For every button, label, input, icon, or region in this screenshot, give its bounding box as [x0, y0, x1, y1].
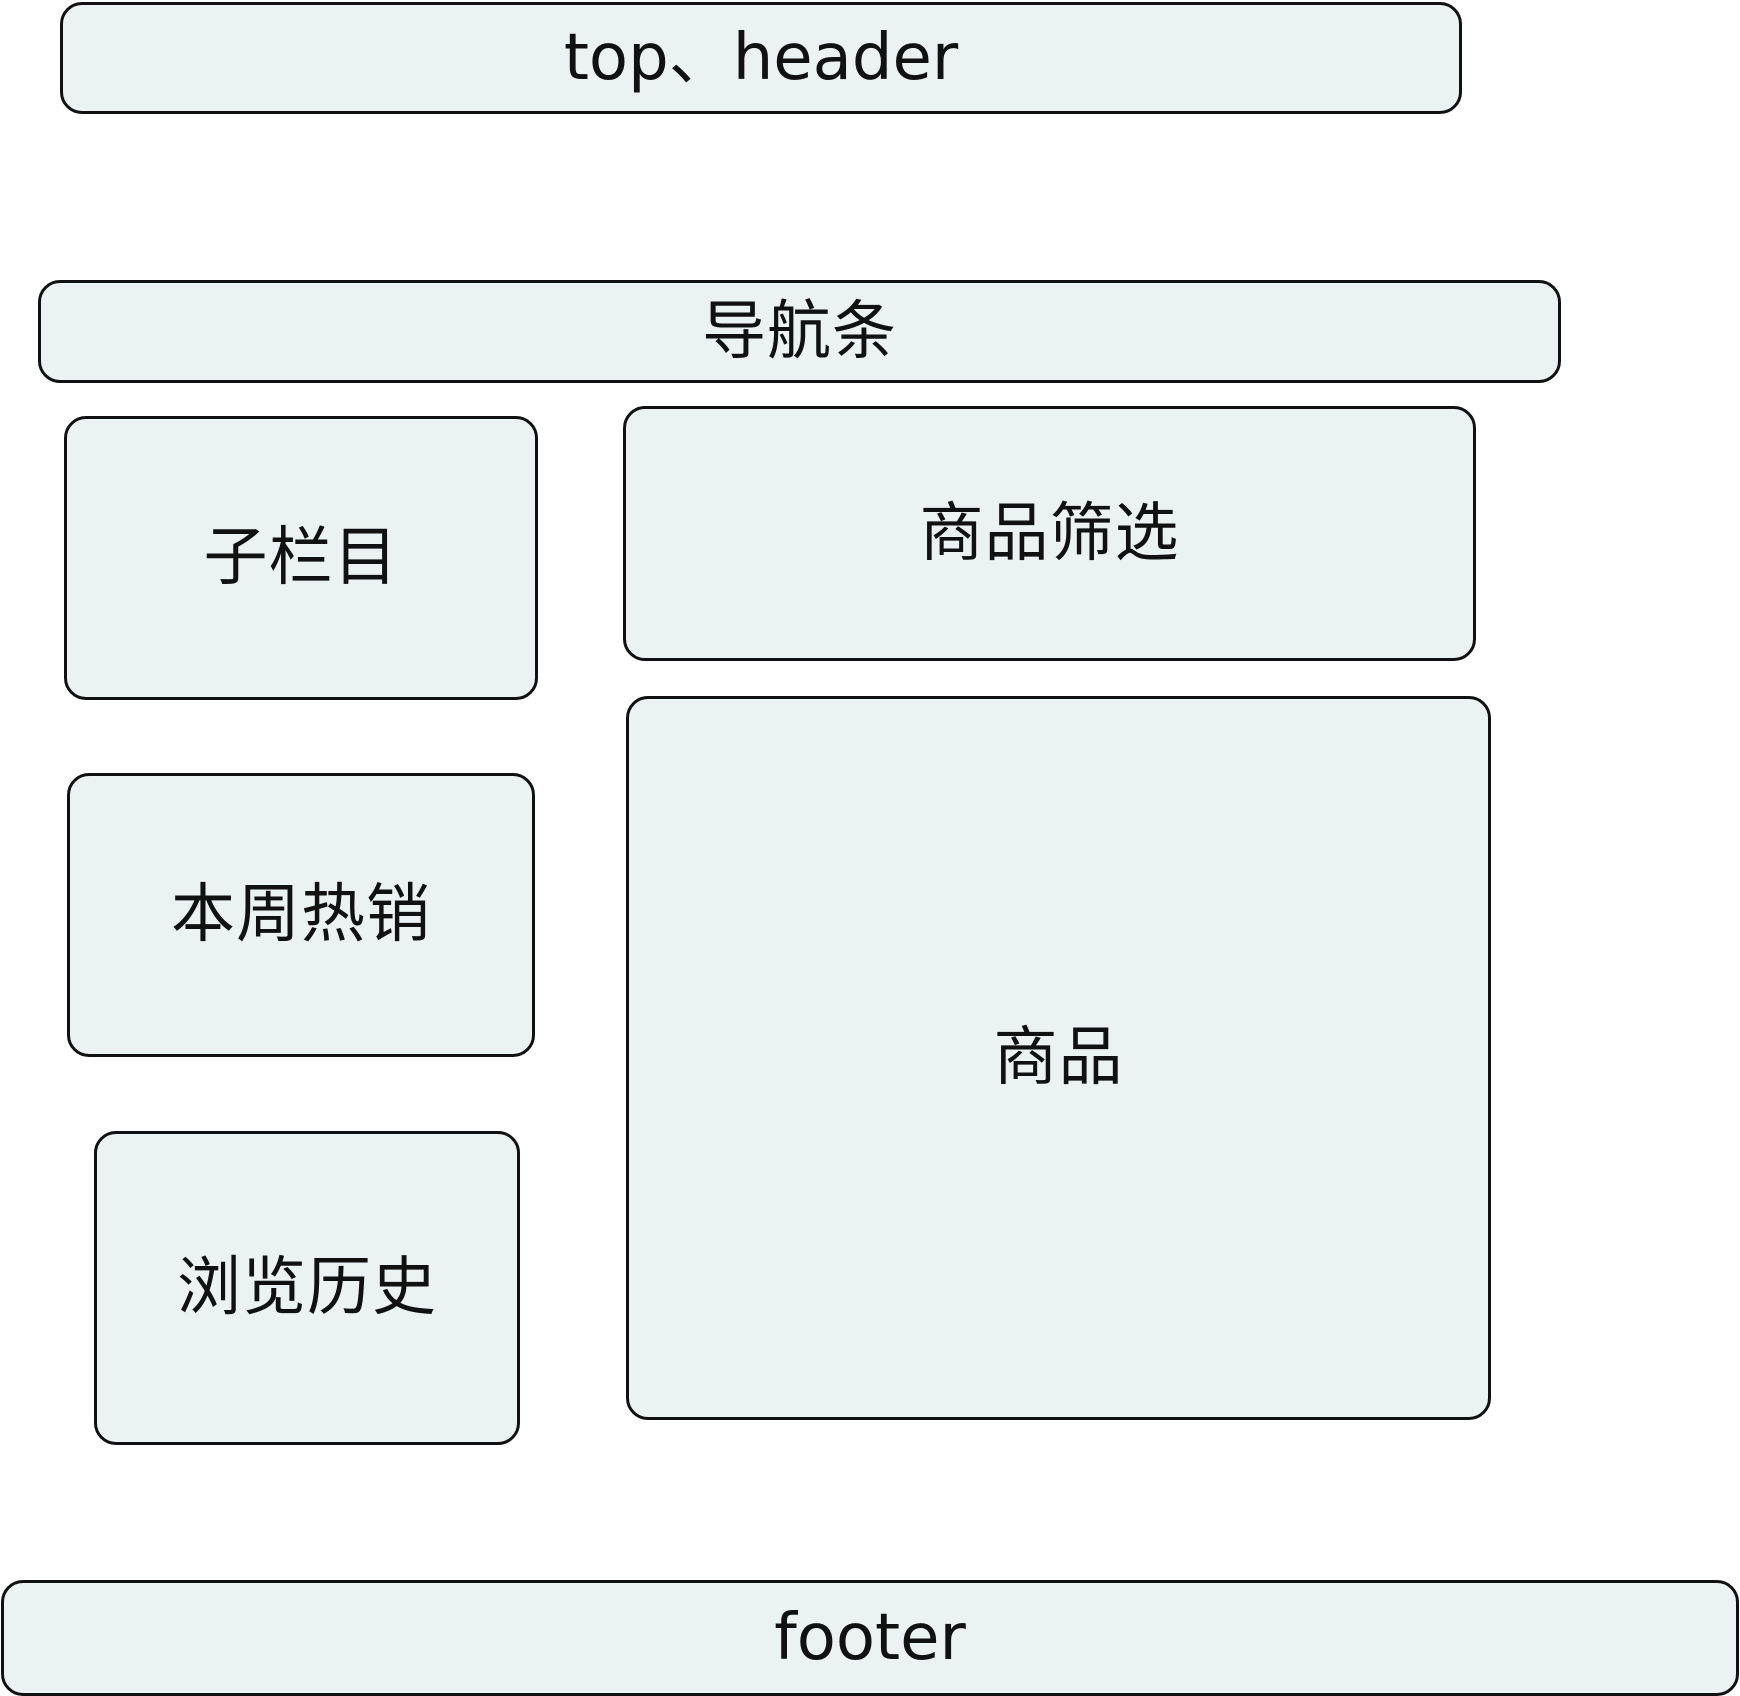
header-block: top、header: [60, 2, 1462, 114]
browse-history-block: 浏览历史: [94, 1131, 520, 1445]
footer-block: footer: [1, 1580, 1739, 1696]
products-label: 商品: [993, 1021, 1124, 1095]
nav-bar-block: 导航条: [38, 280, 1561, 383]
products-block: 商品: [626, 696, 1491, 1420]
header-label: top、header: [563, 21, 959, 95]
browse-history-label: 浏览历史: [177, 1251, 437, 1325]
footer-label: footer: [774, 1601, 966, 1675]
sub-column-block: 子栏目: [64, 416, 538, 700]
product-filter-block: 商品筛选: [623, 406, 1476, 661]
sub-column-label: 子栏目: [203, 521, 399, 595]
product-filter-label: 商品筛选: [919, 496, 1180, 571]
weekly-hot-block: 本周热销: [67, 773, 535, 1057]
weekly-hot-label: 本周热销: [171, 878, 431, 952]
nav-bar-label: 导航条: [702, 294, 897, 369]
